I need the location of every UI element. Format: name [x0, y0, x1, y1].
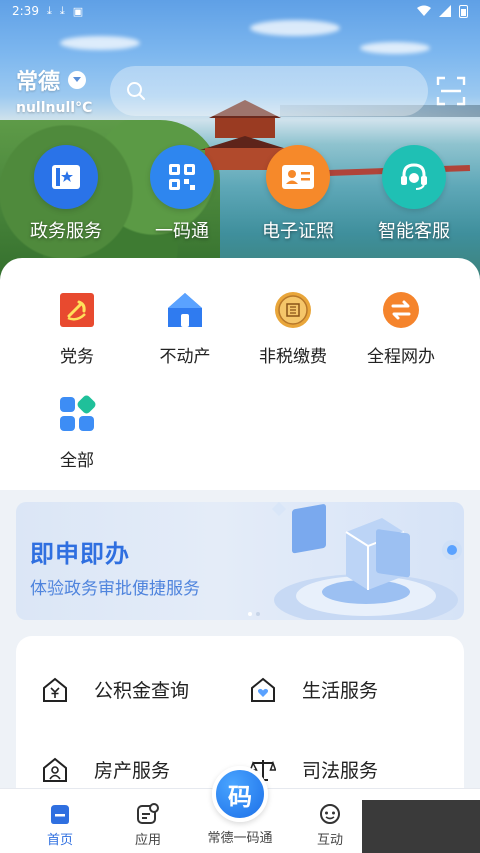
service-housing-fund[interactable]: 公积金查询	[42, 676, 189, 703]
image-icon: ▣	[72, 4, 84, 18]
tab-label: 互动	[316, 833, 343, 848]
house-icon	[165, 290, 205, 330]
nav-overlay	[362, 800, 480, 853]
banner-illustration	[271, 502, 462, 620]
chat-icon	[320, 804, 340, 824]
book-star-icon	[34, 145, 98, 209]
quick-entry-label: 政务服务	[30, 221, 102, 242]
grid-item-label: 全部	[60, 451, 94, 471]
quick-entry-label: 电子证照	[262, 221, 334, 242]
download-icon: ⤓	[46, 4, 52, 17]
download-icon: ⤓	[59, 4, 65, 17]
quick-entry-label: 一码通	[155, 221, 209, 242]
apps-icon	[137, 803, 159, 824]
code-icon: 码	[228, 782, 252, 811]
service-life[interactable]: 生活服务	[250, 676, 378, 703]
chevron-down-icon[interactable]	[68, 71, 87, 89]
grid-item-label: 全程网办	[367, 347, 435, 367]
code-fab-button[interactable]: 码	[212, 766, 268, 822]
tab-home[interactable]: 首页	[20, 789, 100, 853]
category-grid-card: 党务 不动产 非税缴费 全程网办 全部	[0, 258, 480, 490]
quick-entry-label: 智能客服	[378, 221, 450, 242]
quick-entries: 政务服务 一码通 电子证照 智能客服	[0, 145, 480, 243]
tab-label: 常德一码通	[207, 831, 273, 846]
grid-item-label: 非税缴费	[259, 347, 327, 367]
grid-item-all[interactable]: 全部	[23, 394, 131, 498]
grid-item-real-estate[interactable]: 不动产	[131, 290, 239, 394]
tab-label: 应用	[134, 833, 161, 848]
all-apps-icon	[57, 394, 97, 434]
scan-icon[interactable]	[436, 76, 466, 106]
temperature: nullnull°C	[16, 100, 93, 116]
coin-icon	[273, 290, 313, 330]
service-label: 司法服务	[302, 760, 379, 782]
tab-interact[interactable]: 互动	[290, 789, 370, 853]
exchange-icon	[381, 290, 421, 330]
app-screen: 2:39 ⤓ ⤓ ▣ 常德 nullnull°C 政务服务 一码通 电子证照 智…	[0, 0, 480, 853]
headset-icon	[382, 145, 446, 209]
quick-entry-e-license[interactable]: 电子证照	[243, 145, 353, 243]
search-bar[interactable]	[110, 66, 428, 116]
service-label: 公积金查询	[94, 680, 190, 702]
party-emblem-icon	[57, 290, 97, 330]
grid-item-label: 不动产	[159, 347, 211, 367]
banner-title: 即申即办	[30, 540, 130, 568]
quick-entry-smart-service[interactable]: 智能客服	[359, 145, 469, 243]
location-block[interactable]: 常德 nullnull°C	[16, 64, 92, 116]
quick-entry-qr-code[interactable]: 一码通	[127, 145, 237, 243]
banner-subtitle: 体验政务审批便捷服务	[30, 579, 200, 599]
wifi-icon	[417, 5, 431, 16]
signal-icon	[439, 5, 451, 17]
grid-item-online-processing[interactable]: 全程网办	[347, 290, 455, 394]
house-yuan-icon	[43, 677, 67, 702]
service-label: 生活服务	[302, 680, 379, 702]
search-icon	[127, 82, 145, 100]
promo-banner[interactable]: 即申即办 体验政务审批便捷服务	[16, 502, 464, 620]
service-judicial[interactable]: 司法服务	[250, 756, 378, 783]
city-name[interactable]: 常德	[16, 64, 60, 96]
grid-item-non-tax-payment[interactable]: 非税缴费	[239, 290, 347, 394]
status-time: 2:39	[12, 4, 39, 18]
tab-apps[interactable]: 应用	[108, 789, 188, 853]
banner-pagination	[248, 612, 260, 616]
house-person-icon	[43, 757, 67, 782]
id-card-icon	[266, 145, 330, 209]
status-bar: 2:39 ⤓ ⤓ ▣	[0, 0, 480, 22]
tab-label: 首页	[46, 833, 73, 848]
grid-item-label: 党务	[60, 347, 94, 367]
search-input[interactable]	[152, 82, 428, 100]
house-heart-icon	[251, 677, 275, 702]
service-label: 房产服务	[94, 760, 171, 782]
qr-code-icon	[150, 145, 214, 209]
grid-item-party-affairs[interactable]: 党务	[23, 290, 131, 394]
home-icon	[51, 805, 69, 824]
battery-icon	[459, 4, 468, 18]
service-property[interactable]: 房产服务	[42, 756, 170, 783]
quick-entry-gov-service[interactable]: 政务服务	[11, 145, 121, 243]
